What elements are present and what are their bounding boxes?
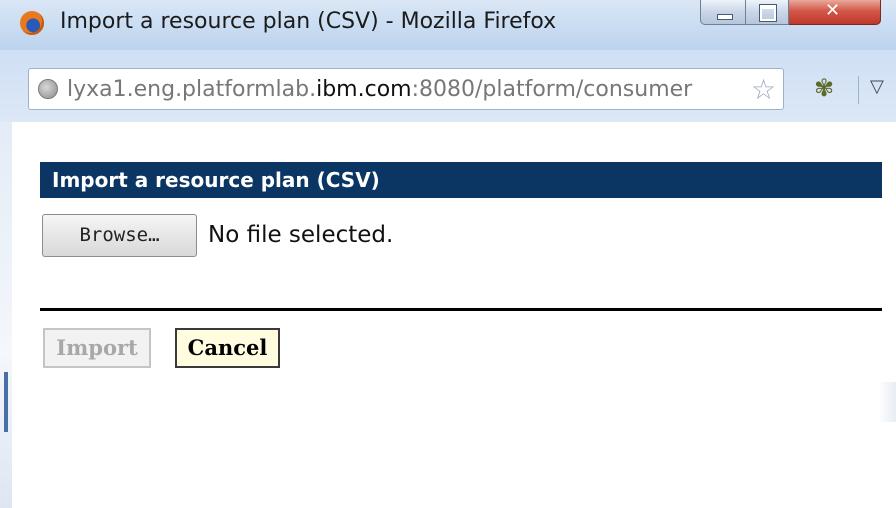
address-bar: lyxa1.eng.platformlab.ibm.com:8080/platf… [0,50,896,122]
browse-button[interactable]: Browse… [42,214,197,257]
file-status: No file selected. [208,222,394,248]
star-icon[interactable]: ☆ [751,73,776,106]
window-title: Import a resource plan (CSV) - Mozilla F… [60,9,557,34]
divider [40,308,882,311]
window-controls [700,0,881,26]
bug-icon[interactable]: ✾ [814,74,834,102]
window-left-edge [0,122,12,508]
url-field[interactable]: lyxa1.eng.platformlab.ibm.com:8080/platf… [28,68,784,110]
minimize-button[interactable] [700,0,746,25]
url-host: ibm.com [316,77,412,102]
close-button[interactable] [789,0,881,25]
globe-icon [38,79,58,99]
window-titlebar: Import a resource plan (CSV) - Mozilla F… [0,0,896,50]
panel-header: Import a resource plan (CSV) [40,162,882,198]
toolbar-separator [858,76,859,104]
window-right-edge [878,382,896,422]
maximize-button[interactable] [746,0,789,25]
url-text: lyxa1.eng.platformlab.ibm.com:8080/platf… [67,77,692,102]
dropdown-icon[interactable]: ▽ [870,76,884,97]
url-suffix: :8080/platform/consumer [411,77,693,102]
import-button: Import [43,328,151,368]
dialog-content: Import a resource plan (CSV) Browse… No … [0,122,896,508]
cancel-button[interactable]: Cancel [175,328,280,368]
url-prefix: lyxa1.eng.platformlab. [67,77,317,102]
firefox-icon [20,11,44,35]
